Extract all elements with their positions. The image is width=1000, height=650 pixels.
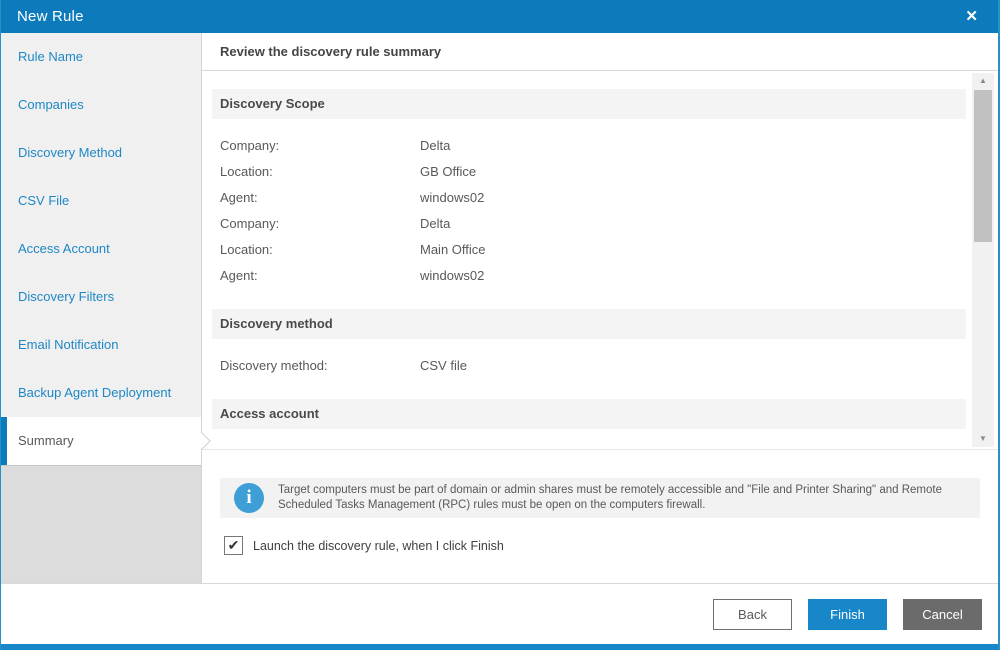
window-title: New Rule <box>17 8 84 25</box>
info-banner: i Target computers must be part of domai… <box>220 478 980 518</box>
sidebar-item-label: Summary <box>18 433 74 448</box>
row-label: Location: <box>220 242 420 257</box>
row-label: Discovery method: <box>220 358 420 373</box>
table-row: Location: GB Office <box>202 158 998 184</box>
sidebar-item-backup-agent-deployment[interactable]: Backup Agent Deployment <box>1 369 201 417</box>
new-rule-dialog: New Rule ✕ Rule Name Companies Discovery… <box>0 0 1000 650</box>
row-label: Agent: <box>220 190 420 205</box>
close-icon[interactable]: ✕ <box>965 9 978 24</box>
summary-content: Discovery Scope Company: Delta Location:… <box>202 71 998 429</box>
discovery-method-rows: Discovery method: CSV file <box>202 352 998 378</box>
sidebar-item-email-notification[interactable]: Email Notification <box>1 321 201 369</box>
page-title: Review the discovery rule summary <box>202 33 998 71</box>
cancel-button[interactable]: Cancel <box>903 599 982 630</box>
back-button[interactable]: Back <box>713 599 792 630</box>
launch-rule-label: Launch the discovery rule, when I click … <box>253 539 504 553</box>
row-label: Location: <box>220 164 420 179</box>
table-row: Company: Delta <box>202 132 998 158</box>
scroll-up-icon[interactable]: ▲ <box>972 73 994 89</box>
row-value: GB Office <box>420 164 998 179</box>
bottom-accent-strip <box>1 644 998 650</box>
main-area: Rule Name Companies Discovery Method CSV… <box>1 33 998 583</box>
summary-scroll-area: Discovery Scope Company: Delta Location:… <box>202 71 998 450</box>
info-text: Target computers must be part of domain … <box>278 483 966 513</box>
table-row: Location: Main Office <box>202 236 998 262</box>
sidebar-item-summary[interactable]: Summary <box>1 417 201 465</box>
section-header-discovery-scope: Discovery Scope <box>212 89 966 119</box>
table-row: Agent: windows02 <box>202 262 998 288</box>
vertical-scrollbar[interactable]: ▲ ▼ <box>972 73 994 447</box>
launch-rule-row: ✔ Launch the discovery rule, when I clic… <box>224 536 998 555</box>
row-label: Agent: <box>220 268 420 283</box>
row-value: Main Office <box>420 242 998 257</box>
row-label: Company: <box>220 216 420 231</box>
launch-rule-checkbox[interactable]: ✔ <box>224 536 243 555</box>
sidebar-item-rule-name[interactable]: Rule Name <box>1 33 201 81</box>
row-value: Delta <box>420 216 998 231</box>
sidebar-item-csv-file[interactable]: CSV File <box>1 177 201 225</box>
wizard-steps-sidebar: Rule Name Companies Discovery Method CSV… <box>1 33 201 583</box>
sidebar-item-discovery-method[interactable]: Discovery Method <box>1 129 201 177</box>
section-header-access-account: Access account <box>212 399 966 429</box>
discovery-scope-rows: Company: Delta Location: GB Office Agent… <box>202 132 998 288</box>
scrollbar-thumb[interactable] <box>974 90 992 242</box>
row-value: windows02 <box>420 190 998 205</box>
content-panel: Review the discovery rule summary Discov… <box>201 33 998 583</box>
section-header-discovery-method: Discovery method <box>212 309 966 339</box>
footer-bar: Back Finish Cancel <box>1 583 998 644</box>
row-label: Company: <box>220 138 420 153</box>
info-icon: i <box>234 483 264 513</box>
table-row: Discovery method: CSV file <box>202 352 998 378</box>
sidebar-item-companies[interactable]: Companies <box>1 81 201 129</box>
row-value: windows02 <box>420 268 998 283</box>
sidebar-filler <box>1 465 201 583</box>
row-value: Delta <box>420 138 998 153</box>
table-row: Company: Delta <box>202 210 998 236</box>
scroll-down-icon[interactable]: ▼ <box>972 431 994 447</box>
table-row: Agent: windows02 <box>202 184 998 210</box>
title-bar: New Rule ✕ <box>1 0 998 33</box>
sidebar-item-access-account[interactable]: Access Account <box>1 225 201 273</box>
sidebar-item-discovery-filters[interactable]: Discovery Filters <box>1 273 201 321</box>
row-value: CSV file <box>420 358 998 373</box>
finish-button[interactable]: Finish <box>808 599 887 630</box>
